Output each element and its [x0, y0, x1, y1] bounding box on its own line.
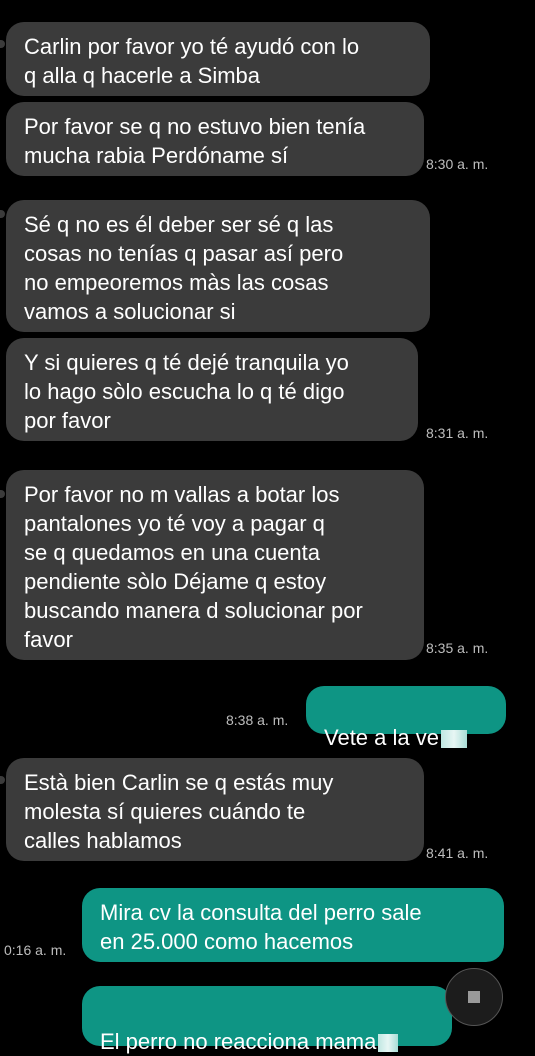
message-timestamp: 8:35 a. m.	[426, 640, 489, 656]
image-placeholder-icon	[468, 991, 480, 1003]
incoming-marker	[0, 40, 5, 48]
chat-conversation[interactable]: Carlin por favor yo té ayudó con lo q al…	[0, 0, 535, 1054]
incoming-marker	[0, 776, 5, 784]
message-timestamp: 8:38 a. m.	[226, 712, 289, 728]
incoming-message[interactable]: Por favor no m vallas a botar los pantal…	[6, 470, 424, 660]
incoming-marker	[0, 210, 5, 218]
outgoing-message[interactable]: El perro no reacciona mama	[82, 986, 452, 1054]
incoming-message[interactable]: Carlin por favor yo té ayudó con lo q al…	[6, 22, 430, 96]
message-timestamp: 8:31 a. m.	[426, 425, 489, 441]
incoming-marker	[0, 490, 5, 498]
message-text: Vete a la ve	[324, 725, 439, 750]
outgoing-message[interactable]: Mira cv la consulta del perro sale en 25…	[82, 888, 504, 962]
message-text: El perro no reacciona mama	[100, 1029, 377, 1054]
incoming-message[interactable]: Sé q no es él deber ser sé q las cosas n…	[6, 200, 430, 332]
redaction-blur	[378, 1034, 399, 1053]
incoming-message[interactable]: Y si quieres q té dejé tranquila yo lo h…	[6, 338, 418, 441]
message-timestamp: 0:16 a. m.	[4, 942, 67, 958]
outgoing-message[interactable]: Vete a la ve	[306, 686, 506, 750]
message-timestamp: 8:41 a. m.	[426, 845, 489, 861]
message-timestamp: 8:30 a. m.	[426, 156, 489, 172]
incoming-message[interactable]: Por favor se q no estuvo bien tenía much…	[6, 102, 424, 176]
redaction-blur	[440, 730, 467, 749]
image-thumbnail[interactable]	[445, 968, 503, 1026]
incoming-message[interactable]: Està bien Carlin se q estás muy molesta …	[6, 758, 424, 861]
